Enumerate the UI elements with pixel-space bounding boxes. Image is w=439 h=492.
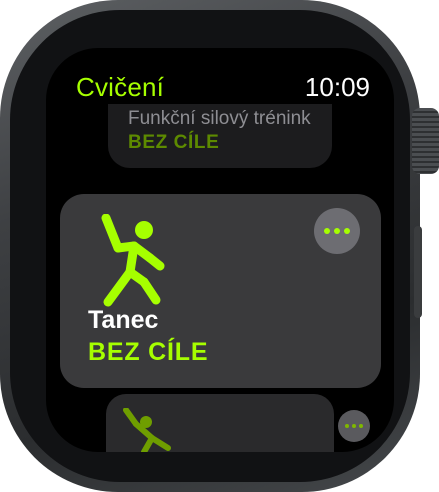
watch-screen: Cvičení 10:09 Funkční silový trénink BEZ… — [46, 48, 394, 452]
more-options-button[interactable] — [338, 410, 370, 442]
workout-name: Tanec — [88, 306, 159, 334]
side-button[interactable] — [414, 226, 422, 318]
digital-crown[interactable] — [412, 108, 439, 174]
ellipsis-icon — [324, 228, 330, 234]
ellipsis-icon — [345, 424, 349, 428]
ellipsis-icon-dot — [359, 424, 363, 428]
stretch-figure-icon — [123, 408, 171, 452]
workout-goal: BEZ CÍLE — [88, 338, 209, 366]
dance-figure-icon — [101, 214, 165, 307]
workout-card-previous[interactable]: Funkční silový trénink BEZ CÍLE — [108, 104, 332, 168]
workout-card-current[interactable]: Tanec BEZ CÍLE — [60, 194, 381, 388]
workout-name: Funkční silový trénink — [128, 108, 311, 129]
workout-goal: BEZ CÍLE — [128, 132, 220, 153]
ellipsis-icon-dot — [344, 228, 350, 234]
more-options-button[interactable] — [314, 208, 360, 254]
ellipsis-icon-dot — [352, 424, 356, 428]
app-title: Cvičení — [76, 72, 165, 102]
watch-bezel: Cvičení 10:09 Funkční silový trénink BEZ… — [10, 10, 410, 482]
clock-time: 10:09 — [304, 72, 370, 102]
ellipsis-icon-dot — [334, 228, 340, 234]
workout-card-next[interactable] — [106, 394, 370, 452]
